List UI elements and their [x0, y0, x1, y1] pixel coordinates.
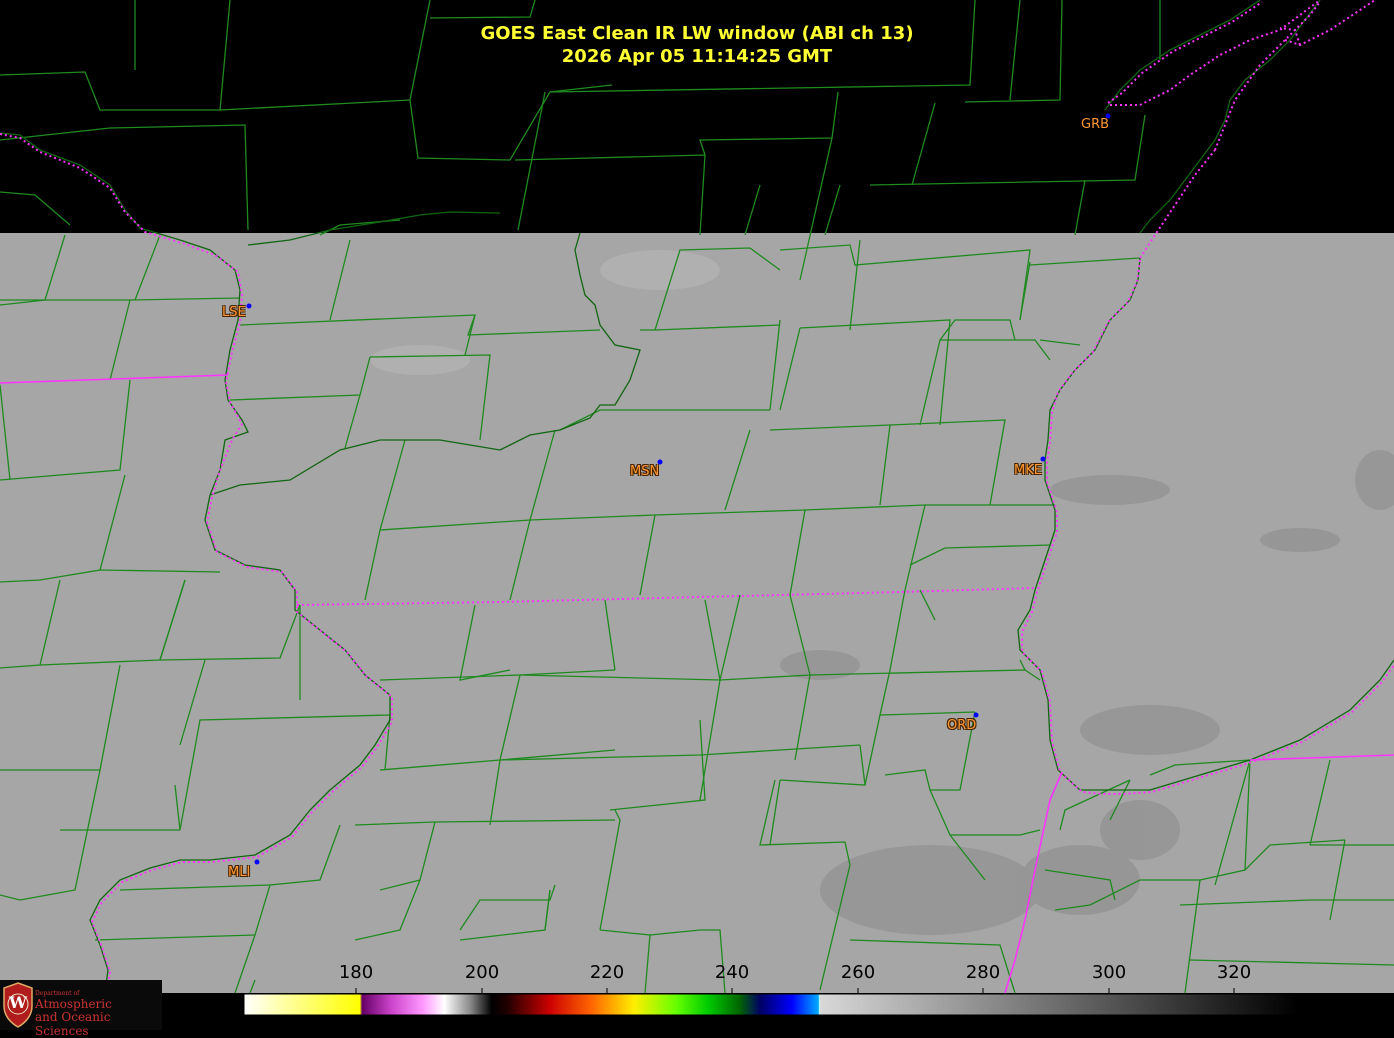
- station-dot-mke: [1040, 456, 1046, 462]
- aos-logo: W Department of Atmospheric and Oceanic …: [0, 980, 162, 1038]
- station-label-mke: MKE: [1014, 463, 1042, 478]
- station-label-grb: GRB: [1081, 117, 1110, 132]
- station-label-msn: MSN: [630, 464, 660, 479]
- station-dot-mli: [254, 859, 260, 865]
- colorbar-tick-label: 260: [840, 962, 876, 983]
- image-title: GOES East Clean IR LW window (ABI ch 13): [480, 23, 914, 44]
- colorbar-tick-label: 220: [589, 962, 625, 983]
- station-dot-lse: [246, 303, 252, 309]
- station-label-ord: ORD: [947, 718, 977, 733]
- colorbar-tick-label: 280: [965, 962, 1001, 983]
- logo-line1: Atmospheric: [35, 997, 112, 1011]
- ir-imagery: [0, 233, 1394, 993]
- colorbar-tick-label: 200: [464, 962, 500, 983]
- station-label-lse: LSE: [222, 305, 246, 320]
- colorbar-tick-label: 240: [714, 962, 750, 983]
- colorbar-tick-label: 180: [338, 962, 374, 983]
- station-label-mli: MLI: [228, 865, 251, 880]
- colorbar-tick-label: 300: [1091, 962, 1127, 983]
- station-dot-ord: [973, 712, 979, 718]
- uw-crest-letter: W: [9, 993, 27, 1012]
- colorbar-tick-label: 320: [1216, 962, 1252, 983]
- satellite-map: [0, 0, 1394, 1016]
- logo-line2: and Oceanic Sciences: [35, 1010, 111, 1038]
- colorbar: [243, 993, 1299, 1016]
- image-timestamp: 2026 Apr 05 11:14:25 GMT: [561, 46, 833, 67]
- logo-department: Department of: [35, 990, 80, 997]
